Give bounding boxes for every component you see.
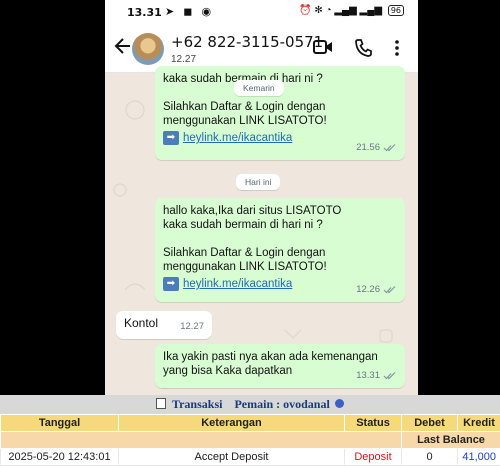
column-header-keterangan: Keterangan bbox=[118, 414, 345, 432]
message-meta: 13.31 bbox=[356, 369, 397, 383]
column-header-kredit: Kredit bbox=[457, 414, 500, 432]
cell-date: 2025-05-20 12:43:01 bbox=[0, 448, 119, 466]
message-meta: 12.27 bbox=[180, 320, 204, 334]
column-header-debet: Debet bbox=[401, 414, 458, 432]
message-text: menggunakan LINK LISATOTO! bbox=[163, 261, 327, 273]
chat-screenshot: 13.31 ➤ ◼ ◉ ⏰ ✻ ◔ ▂▄▆ ▂▄▆ 96 +62 822-311… bbox=[105, 0, 418, 395]
last-balance-label: Last Balance bbox=[401, 431, 500, 449]
contact-name[interactable]: +62 822-3115-0571 bbox=[171, 33, 323, 51]
message-bubble-incoming[interactable]: Kontol 12.27 bbox=[116, 311, 212, 339]
status-time: 13.31 bbox=[127, 6, 162, 19]
transaction-panel: Transaksi Pemain : ovodanal Tanggal Kete… bbox=[0, 395, 500, 467]
voice-call-icon[interactable] bbox=[355, 39, 372, 57]
status-bar: 13.31 ➤ ◼ ◉ ⏰ ✻ ◔ ▂▄▆ ▂▄▆ 96 bbox=[105, 0, 418, 24]
column-header-status: Status bbox=[344, 414, 402, 432]
message-time: 13.31 bbox=[356, 370, 380, 381]
message-time: 12.27 bbox=[180, 321, 204, 332]
cell-kredit: 41,000 bbox=[457, 448, 500, 466]
message-meta: 12.26 bbox=[356, 283, 397, 297]
table-row: 2025-05-20 12:43:01 Accept Deposit Depos… bbox=[0, 448, 500, 466]
notification-icons: ➤ ◼ ◉ bbox=[165, 6, 215, 18]
message-bubble-outgoing[interactable]: Ika yakin pasti nya akan ada kemenangan … bbox=[155, 344, 405, 388]
read-ticks-icon bbox=[383, 144, 396, 152]
cell-status: Deposit bbox=[344, 448, 402, 466]
more-options-icon[interactable] bbox=[394, 40, 400, 56]
message-text: Ika yakin pasti nya akan ada kemenangan bbox=[163, 351, 378, 363]
message-time: 21.56 bbox=[356, 142, 380, 153]
date-chip-today: Hari ini bbox=[236, 174, 281, 190]
avatar[interactable] bbox=[132, 33, 164, 65]
message-text: kaka sudah bermain di hari ni ? bbox=[163, 219, 323, 231]
document-icon bbox=[156, 398, 167, 409]
read-ticks-icon bbox=[383, 372, 396, 380]
message-meta: 21.56 bbox=[356, 141, 397, 155]
message-text: hallo kaka,Ika dari situs LISATOTO bbox=[163, 205, 342, 217]
message-link[interactable]: heylink.me/ikacantika bbox=[183, 277, 292, 291]
player-label: Pemain : ovodanal bbox=[234, 397, 330, 411]
column-header-tanggal: Tanggal bbox=[0, 414, 119, 432]
table-header-row: Tanggal Keterangan Status Debet Kredit bbox=[0, 414, 500, 432]
back-arrow-icon[interactable] bbox=[113, 36, 133, 56]
date-chip-yesterday: Kemarin bbox=[234, 80, 284, 96]
info-icon[interactable] bbox=[334, 399, 344, 408]
last-balance-row: Last Balance bbox=[0, 431, 500, 449]
message-text: Silahkan Daftar & Login dengan bbox=[163, 247, 326, 259]
read-ticks-icon bbox=[383, 286, 396, 294]
system-icons: ⏰ ✻ ◔ ▂▄▆ ▂▄▆ 96 bbox=[299, 5, 404, 16]
last-seen: 12.27 bbox=[171, 54, 197, 65]
message-link[interactable]: heylink.me/ikacantika bbox=[183, 131, 292, 145]
cell-description: Accept Deposit bbox=[118, 448, 345, 466]
video-call-icon[interactable] bbox=[313, 39, 333, 55]
cell-debet: 0 bbox=[401, 448, 458, 466]
transaction-title-bar: Transaksi Pemain : ovodanal bbox=[0, 395, 500, 414]
message-text: menggunakan LINK LISATOTO! bbox=[163, 115, 327, 127]
message-time: 12.26 bbox=[356, 284, 380, 295]
link-arrow-icon: ➡ bbox=[163, 277, 179, 291]
message-text: Silahkan Daftar & Login dengan bbox=[163, 101, 326, 113]
transaction-title: Transaksi bbox=[171, 397, 223, 411]
transaction-table: Tanggal Keterangan Status Debet Kredit L… bbox=[0, 414, 500, 466]
battery-icon: 96 bbox=[387, 5, 404, 16]
link-arrow-icon: ➡ bbox=[163, 131, 179, 145]
message-bubble-outgoing[interactable]: hallo kaka,Ika dari situs LISATOTO kaka … bbox=[155, 198, 405, 302]
